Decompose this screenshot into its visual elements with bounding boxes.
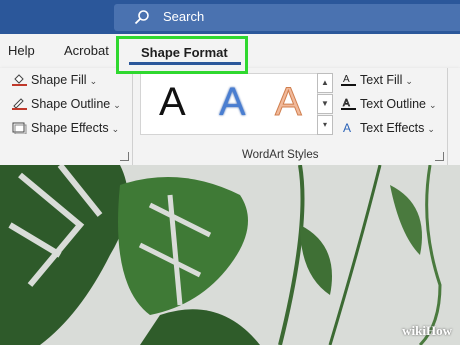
watermark-text: wikiHow <box>402 323 452 338</box>
gallery-scroll-down-icon[interactable]: ▼ <box>317 94 333 114</box>
tab-help[interactable]: Help <box>8 43 35 58</box>
gallery-scroll-up-icon[interactable]: ▲ <box>317 73 333 93</box>
tab-shape-format-label: Shape Format <box>141 45 228 60</box>
title-bar: Search <box>0 0 460 34</box>
text-effects-icon: A <box>343 121 351 134</box>
shape-outline-label: Shape Outline <box>31 97 111 111</box>
text-effects-button[interactable]: A Text Effects ⌄ <box>341 121 435 135</box>
wordart-gallery: A A A <box>140 73 318 135</box>
ribbon-panel: Shape Fill ⌄ Shape Outline ⌄ Shape Effects… <box>0 68 460 166</box>
search-box[interactable]: Search <box>114 4 460 31</box>
gallery-more-icon[interactable]: ▾ <box>317 115 333 135</box>
chevron-down-icon: ⌄ <box>89 76 98 86</box>
wordart-style-blue[interactable]: A <box>219 80 246 125</box>
text-outline-button[interactable]: A Text Outline ⌄ <box>341 97 437 111</box>
wordart-style-orange[interactable]: A <box>275 80 303 125</box>
svg-text:A: A <box>343 74 350 85</box>
shape-fill-button[interactable]: Shape Fill ⌄ <box>12 73 97 87</box>
shape-effects-icon <box>12 122 27 134</box>
chevron-down-icon: ⌄ <box>405 76 413 86</box>
tab-shape-format[interactable]: Shape Format <box>116 36 248 74</box>
text-fill-icon: A <box>341 74 356 86</box>
tab-acrobat[interactable]: Acrobat <box>64 43 109 58</box>
text-outline-label: Text Outline <box>360 97 427 111</box>
svg-text:A: A <box>343 121 351 134</box>
paint-bucket-icon <box>12 74 27 86</box>
background-leaf-image: wikiHow <box>0 165 460 345</box>
chevron-down-icon: ⌄ <box>113 100 121 110</box>
shape-effects-button[interactable]: Shape Effects ⌄ <box>12 121 119 135</box>
text-fill-label: Text Fill <box>360 73 403 87</box>
wordart-style-black[interactable]: A <box>159 80 186 125</box>
pencil-icon <box>12 98 27 110</box>
dialog-launcher-icon[interactable] <box>435 152 444 161</box>
chevron-down-icon: ⌄ <box>111 124 120 134</box>
svg-text:A: A <box>343 98 350 109</box>
chevron-down-icon: ⌄ <box>427 124 435 134</box>
text-effects-label: Text Effects <box>360 121 425 135</box>
shape-fill-label: Shape Fill <box>31 73 87 87</box>
dialog-launcher-icon[interactable] <box>120 152 129 161</box>
text-fill-button[interactable]: A Text Fill ⌄ <box>341 73 413 87</box>
active-tab-underline <box>129 62 241 65</box>
search-icon <box>134 10 149 25</box>
shape-styles-group: Shape Fill ⌄ Shape Outline ⌄ Shape Effects… <box>0 68 133 165</box>
shape-effects-label: Shape Effects <box>31 121 109 135</box>
group-divider <box>447 68 448 165</box>
monstera-leaf-graphic <box>0 165 460 345</box>
chevron-down-icon: ⌄ <box>429 100 437 110</box>
shape-outline-button[interactable]: Shape Outline ⌄ <box>12 97 121 111</box>
search-label: Search <box>163 9 205 24</box>
wordart-styles-group-title: WordArt Styles <box>242 149 319 161</box>
text-outline-icon: A <box>341 98 356 110</box>
